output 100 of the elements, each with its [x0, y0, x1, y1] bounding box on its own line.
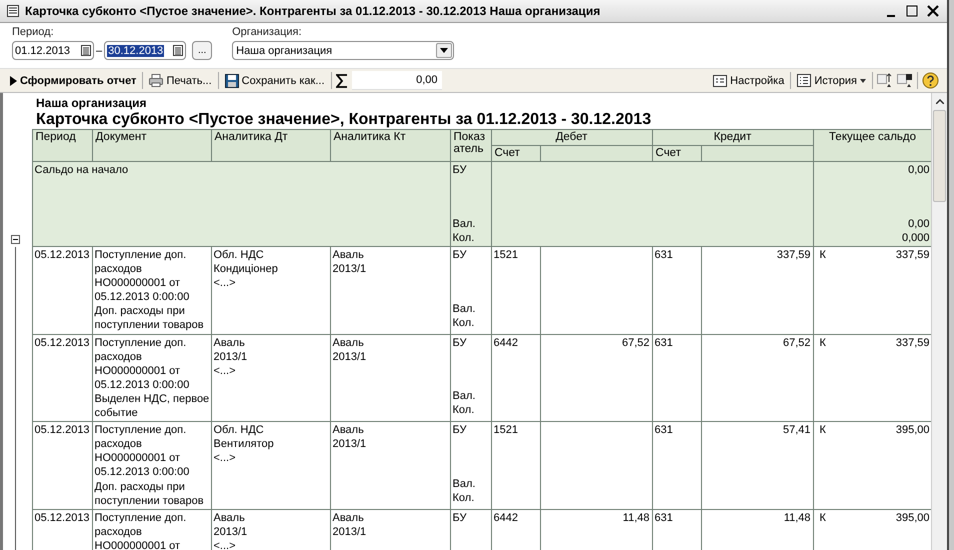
indicator-label: Кол.	[452, 316, 476, 330]
settings-button[interactable]: Настройка	[711, 72, 786, 88]
report-organization: Наша организация	[35, 95, 148, 110]
close-button[interactable]	[925, 3, 941, 19]
scrollbar[interactable]	[931, 93, 947, 550]
period-button[interactable]: ...	[192, 41, 212, 60]
indicator-label: Кол.	[452, 403, 476, 418]
indicator-label: БУ	[452, 510, 468, 525]
list-icon	[797, 74, 812, 87]
collapse-toggle[interactable]	[11, 234, 20, 244]
analytics-cell: Обл. НДС Вентилятор <...>	[211, 422, 330, 510]
export-icon[interactable]	[877, 73, 893, 88]
report-title: Карточка субконто <Пустое значение>, Контрагенты за 01.12.2013 - 30.12.2013	[35, 110, 652, 129]
help-icon[interactable]	[922, 72, 939, 89]
date-cell: 05.12.2013	[32, 509, 92, 550]
calendar-icon[interactable]	[81, 45, 91, 56]
settings-icon	[713, 74, 728, 86]
analytics-cell: Обл. НДС Кондиціонер <...>	[211, 246, 330, 334]
balance-value: 0,00	[907, 216, 930, 231]
printer-icon	[149, 74, 164, 87]
document-cell: Поступление доп. расходов НО000000001 от 05.12.2013 0:00:00 Доп. расходы при поступлении товаров	[92, 246, 211, 334]
date-to-field[interactable]: 30.12.2013	[104, 41, 186, 60]
history-button[interactable]: История	[795, 72, 868, 89]
amount-cell: 67,52	[701, 334, 814, 422]
amount-cell: 11,48	[540, 509, 652, 550]
account-cell: 631	[652, 246, 702, 334]
indicator-label: БУ	[452, 336, 468, 350]
balance-value: 0,00	[907, 163, 930, 178]
indicator-label: Кол.	[452, 491, 476, 506]
save-as-button[interactable]: Сохранить как...	[222, 72, 327, 90]
dropdown-arrow-icon	[440, 48, 448, 53]
analytics-cell: Аваль 2013/1 <...>	[211, 509, 330, 550]
balance-value: 395,00	[896, 423, 930, 438]
indicator-label: БУ	[452, 248, 468, 262]
sum-icon	[336, 74, 348, 88]
opening-balance-label: Сальдо на начало	[32, 162, 450, 246]
account-cell: 6442	[491, 334, 540, 422]
balance-side: К	[820, 510, 826, 525]
scroll-thumb[interactable]	[933, 110, 946, 202]
balance-value: 0,000	[901, 230, 930, 245]
date-separator: –	[96, 44, 102, 56]
document-cell: Поступление доп. расходов НО000000001 от 05.12.2013 0:00:00 Выделен НДС, первое событие	[92, 334, 211, 422]
balance-side: К	[820, 423, 826, 438]
column-header: Счет	[652, 146, 702, 162]
play-icon	[10, 76, 17, 86]
print-button[interactable]: Печать...	[147, 72, 214, 89]
indicator-label: Кол.	[452, 230, 476, 245]
period-label: Период:	[12, 26, 55, 38]
amount-cell: 337,59	[701, 246, 814, 334]
date-cell: 05.12.2013	[32, 246, 92, 334]
minimize-icon	[887, 14, 895, 16]
close-icon	[927, 5, 939, 17]
document-cell: Поступление доп. расходов НО000000001 от	[92, 509, 211, 550]
window-title: Карточка субконто <Пустое значение>. Контрагенты за 01.12.2013 - 30.12.2013 Наша организация	[25, 4, 602, 18]
column-header: Кредит	[652, 130, 814, 146]
indicator-label: БУ	[452, 163, 468, 178]
column-header: Текущее сальдо	[813, 130, 931, 162]
dropdown-button[interactable]	[436, 43, 452, 58]
account-cell: 631	[652, 334, 702, 422]
save-icon[interactable]	[897, 73, 913, 88]
indicator-label: БУ	[452, 423, 468, 438]
balance-value: 395,00	[896, 510, 930, 525]
account-cell: 1521	[491, 422, 540, 510]
column-header: Дебет	[491, 130, 652, 146]
analytics-cell: Аваль 2013/1 <...>	[211, 334, 330, 422]
indicator-label: Вал.	[452, 302, 476, 316]
account-cell: 6442	[491, 509, 540, 550]
date-cell: 05.12.2013	[32, 334, 92, 422]
caret-icon	[860, 78, 866, 82]
analytics-cell: Аваль 2013/1	[330, 334, 450, 422]
balance-side: К	[820, 248, 826, 262]
analytics-cell: Аваль 2013/1	[330, 422, 450, 510]
organization-select[interactable]: Наша организация	[232, 41, 454, 60]
date-from-field[interactable]: 01.12.2013	[12, 41, 94, 60]
amount-cell: 67,52	[540, 334, 652, 422]
document-icon	[6, 4, 20, 18]
balance-value: 337,59	[896, 248, 930, 262]
maximize-icon	[906, 5, 918, 17]
column-header: Период	[32, 130, 92, 162]
maximize-button[interactable]	[904, 3, 920, 19]
amount-cell: 11,48	[701, 509, 814, 550]
indicator-label: Вал.	[452, 476, 476, 492]
analytics-cell: Аваль 2013/1	[330, 246, 450, 334]
column-header: Показ атель	[450, 130, 491, 162]
account-cell: 1521	[491, 246, 540, 334]
amount-cell: 57,41	[701, 422, 814, 510]
calendar-icon[interactable]	[173, 45, 184, 56]
indicator-label: Вал.	[452, 389, 476, 404]
balance-value: 337,59	[896, 336, 930, 350]
account-cell: 631	[652, 509, 702, 550]
column-header: Документ	[92, 130, 211, 162]
date-cell: 05.12.2013	[32, 422, 92, 510]
document-cell: Поступление доп. расходов НО000000001 от 05.12.2013 0:00:00 Доп. расходы при поступлении товаров	[92, 422, 211, 510]
indicator-label: Вал.	[452, 216, 476, 231]
account-cell: 631	[652, 422, 702, 510]
sum-field: 0,00	[352, 71, 442, 90]
generate-report-button[interactable]: Сформировать отчет	[8, 72, 138, 88]
analytics-cell: Аваль 2013/1	[330, 509, 450, 550]
column-header: Аналитика Кт	[330, 130, 450, 162]
column-header: Счет	[491, 146, 540, 162]
